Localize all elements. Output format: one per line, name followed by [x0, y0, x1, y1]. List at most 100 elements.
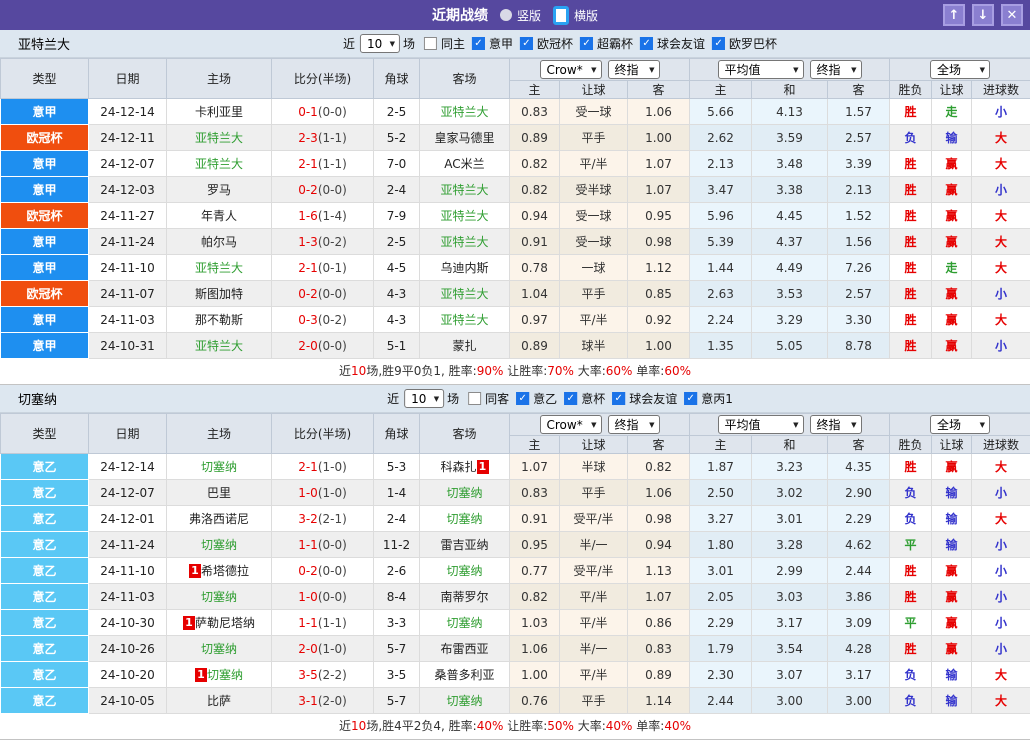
summary-segment: 大率: [574, 719, 606, 733]
match-scope-select[interactable]: 全场▼ [930, 60, 990, 79]
odds-home: 0.83 [510, 99, 560, 125]
home-team[interactable]: 1切塞纳 [167, 662, 272, 688]
home-team[interactable]: 斯图加特 [167, 281, 272, 307]
home-team[interactable]: 亚特兰大 [167, 333, 272, 359]
same-venue-checkbox[interactable] [424, 37, 437, 50]
away-team[interactable]: 切塞纳 [420, 688, 510, 714]
home-team[interactable]: 罗马 [167, 177, 272, 203]
away-team[interactable]: 皇家马德里 [420, 125, 510, 151]
avg-draw: 3.38 [752, 177, 828, 203]
home-team[interactable]: 切塞纳 [167, 454, 272, 480]
away-team[interactable]: 亚特兰大 [420, 229, 510, 255]
league-filter-checkbox[interactable]: ✓ [580, 37, 593, 50]
odds-away: 0.92 [628, 307, 690, 333]
home-team[interactable]: 切塞纳 [167, 636, 272, 662]
home-team[interactable]: 切塞纳 [167, 584, 272, 610]
avg-time-select[interactable]: 终指▼ [810, 415, 862, 434]
league-filter-checkbox[interactable]: ✓ [472, 37, 485, 50]
league-filter-checkbox[interactable]: ✓ [712, 37, 725, 50]
radio-icon[interactable] [500, 9, 512, 21]
away-team[interactable]: 科森扎1 [420, 454, 510, 480]
home-team[interactable]: 那不勒斯 [167, 307, 272, 333]
radio-icon[interactable] [553, 6, 569, 25]
home-team[interactable]: 1萨勒尼塔纳 [167, 610, 272, 636]
league-filter-checkbox[interactable]: ✓ [612, 392, 625, 405]
odds-time-select[interactable]: 终指▼ [608, 60, 660, 79]
close-button[interactable]: ✕ [1001, 4, 1023, 26]
home-team[interactable]: 年青人 [167, 203, 272, 229]
odds-home: 0.91 [510, 506, 560, 532]
league-filter-checkbox[interactable]: ✓ [520, 37, 533, 50]
away-team[interactable]: 亚特兰大 [420, 99, 510, 125]
avg-away: 4.35 [828, 454, 890, 480]
games-count-select[interactable]: 10▼ [404, 389, 444, 408]
home-team[interactable]: 帕尔马 [167, 229, 272, 255]
result-goals: 大 [972, 454, 1030, 480]
avg-type-select[interactable]: 平均值▼ [718, 415, 804, 434]
away-team[interactable]: 切塞纳 [420, 506, 510, 532]
away-team[interactable]: 布雷西亚 [420, 636, 510, 662]
odds-company-select[interactable]: Crow*▼ [540, 60, 602, 79]
league-filter-label: 意丙1 [701, 390, 733, 407]
away-team[interactable]: 亚特兰大 [420, 307, 510, 333]
result-handicap: 赢 [932, 307, 972, 333]
same-venue-label: 同客 [485, 390, 509, 407]
home-team[interactable]: 切塞纳 [167, 532, 272, 558]
avg-away: 2.44 [828, 558, 890, 584]
home-team[interactable]: 巴里 [167, 480, 272, 506]
avg-type-select[interactable]: 平均值▼ [718, 60, 804, 79]
same-venue-checkbox[interactable] [468, 392, 481, 405]
result-goals: 大 [972, 229, 1030, 255]
home-team[interactable]: 亚特兰大 [167, 255, 272, 281]
away-team[interactable]: 蒙扎 [420, 333, 510, 359]
sub-column-header: 让球 [560, 436, 628, 454]
chevron-down-icon: ▼ [390, 40, 395, 48]
sub-column-header: 客 [828, 81, 890, 99]
avg-draw: 4.45 [752, 203, 828, 229]
home-team[interactable]: 亚特兰大 [167, 125, 272, 151]
away-team[interactable]: AC米兰 [420, 151, 510, 177]
odds-time-select[interactable]: 终指▼ [608, 415, 660, 434]
corners: 4-3 [374, 307, 420, 333]
away-team[interactable]: 亚特兰大 [420, 177, 510, 203]
away-team[interactable]: 切塞纳 [420, 610, 510, 636]
match-scope-select[interactable]: 全场▼ [930, 415, 990, 434]
odds-company-select[interactable]: Crow*▼ [540, 415, 602, 434]
games-count-select[interactable]: 10▼ [360, 34, 400, 53]
home-team[interactable]: 亚特兰大 [167, 151, 272, 177]
odds-away: 1.12 [628, 255, 690, 281]
league-filter-label: 欧罗巴杯 [729, 35, 777, 52]
scroll-down-button[interactable]: ↓ [972, 4, 994, 26]
layout-radio-horizontal[interactable]: 横版 [553, 6, 598, 25]
away-team[interactable]: 切塞纳 [420, 558, 510, 584]
chevron-down-icon: ▼ [649, 66, 654, 74]
league-filter-checkbox[interactable]: ✓ [564, 392, 577, 405]
red-card-badge: 1 [477, 460, 489, 474]
score: 3-1(2-0) [272, 688, 374, 714]
home-team[interactable]: 1希塔德拉 [167, 558, 272, 584]
summary-segment: 60% [664, 364, 691, 378]
avg-away: 3.86 [828, 584, 890, 610]
league-filter-checkbox[interactable]: ✓ [684, 392, 697, 405]
home-team[interactable]: 卡利亚里 [167, 99, 272, 125]
league-filter-checkbox[interactable]: ✓ [516, 392, 529, 405]
away-team[interactable]: 南蒂罗尔 [420, 584, 510, 610]
layout-radio-vertical[interactable]: 竖版 [500, 7, 541, 24]
corners: 7-9 [374, 203, 420, 229]
avg-draw: 3.54 [752, 636, 828, 662]
away-team[interactable]: 乌迪内斯 [420, 255, 510, 281]
sub-column-header: 主 [510, 436, 560, 454]
summary-segment: 单率: [632, 364, 664, 378]
league-filter-checkbox[interactable]: ✓ [640, 37, 653, 50]
away-team[interactable]: 切塞纳 [420, 480, 510, 506]
radio-label: 竖版 [517, 7, 541, 24]
away-team[interactable]: 桑普多利亚 [420, 662, 510, 688]
scroll-up-button[interactable]: ↑ [943, 4, 965, 26]
away-team[interactable]: 雷吉亚纳 [420, 532, 510, 558]
home-team[interactable]: 弗洛西诺尼 [167, 506, 272, 532]
home-team[interactable]: 比萨 [167, 688, 272, 714]
avg-time-select[interactable]: 终指▼ [810, 60, 862, 79]
corners: 2-5 [374, 99, 420, 125]
away-team[interactable]: 亚特兰大 [420, 203, 510, 229]
away-team[interactable]: 亚特兰大 [420, 281, 510, 307]
